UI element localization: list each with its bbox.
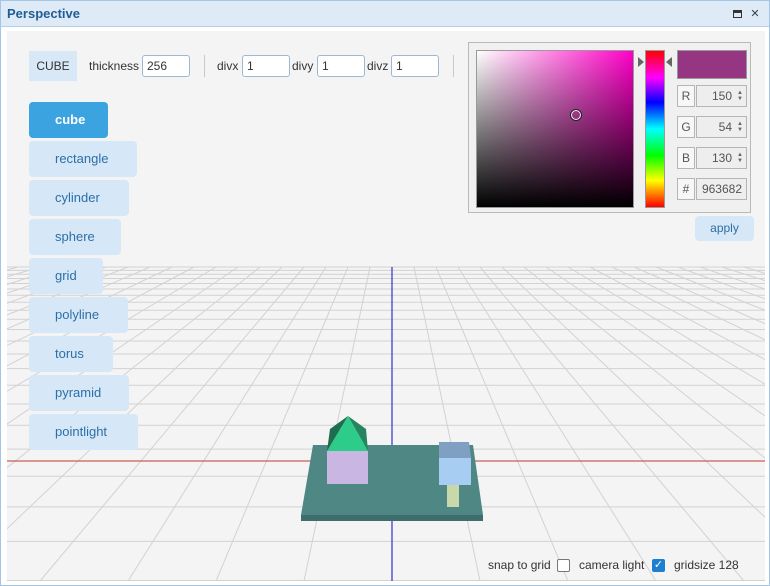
divz-label: divz: [367, 59, 389, 73]
divy-field[interactable]: [317, 55, 365, 77]
spinner-icon[interactable]: ▲ ▼: [737, 90, 743, 102]
thickness-label: thickness: [89, 59, 140, 73]
title-bar: Perspective ✕: [1, 1, 769, 27]
gridsize-label: gridsize 128: [674, 558, 739, 572]
selected-color-swatch: [677, 50, 747, 79]
red-input[interactable]: 150 ▲ ▼: [696, 85, 747, 107]
shape-button-torus[interactable]: torus: [29, 336, 113, 372]
shape-button-sphere[interactable]: sphere: [29, 219, 121, 255]
perspective-window: Perspective ✕ CUBE thickness divx divy d…: [0, 0, 770, 586]
divx-field[interactable]: [242, 55, 290, 77]
hex-label: #: [677, 178, 695, 200]
saturation-value-area[interactable]: [476, 50, 634, 208]
maximize-icon[interactable]: [731, 8, 743, 20]
camera-light-label: camera light: [579, 558, 645, 572]
shape-button-grid[interactable]: grid: [29, 258, 103, 294]
checkmark-icon: ✓: [653, 559, 664, 571]
hue-slider[interactable]: [645, 50, 665, 208]
blue-label: B: [677, 147, 695, 169]
grid-line: [523, 266, 765, 459]
grid-line: [699, 266, 765, 290]
toolbar-divider: [453, 55, 454, 77]
hue-marker-right-icon: [666, 57, 672, 67]
green-input[interactable]: 54 ▲ ▼: [696, 116, 747, 138]
shape-button-pyramid[interactable]: pyramid: [29, 375, 129, 411]
color-cursor[interactable]: [570, 109, 582, 121]
grid-line: [545, 266, 765, 417]
red-label: R: [677, 85, 695, 107]
shape-type-tag: CUBE: [29, 51, 77, 81]
camera-light-checkbox[interactable]: ✓: [652, 559, 665, 572]
base-slab-edge: [301, 515, 483, 521]
cube-blue-top: [439, 442, 471, 458]
grid-line: [633, 266, 765, 325]
close-icon[interactable]: ✕: [749, 8, 761, 20]
spinner-icon[interactable]: ▲ ▼: [737, 121, 743, 133]
shape-button-pointlight[interactable]: pointlight: [29, 414, 138, 450]
grid-line: [413, 266, 481, 581]
blue-input[interactable]: 130 ▲ ▼: [696, 147, 747, 169]
shape-button-rectangle[interactable]: rectangle: [29, 141, 137, 177]
color-picker: R 150 ▲ ▼ G 54 ▲ ▼ B 130 ▲ ▼ # 963682: [468, 42, 751, 213]
snap-to-grid-label: snap to grid: [488, 558, 551, 572]
apply-button[interactable]: apply: [695, 216, 754, 241]
grid-line: [215, 266, 349, 581]
spinner-icon[interactable]: ▲ ▼: [737, 152, 743, 164]
toolbar-divider: [204, 55, 205, 77]
3d-viewport[interactable]: CUBE thickness divx divy divz cube recta…: [7, 31, 765, 581]
window-title: Perspective: [7, 6, 80, 21]
divz-field[interactable]: [391, 55, 439, 77]
grid-line: [589, 266, 765, 361]
shape-button-polyline[interactable]: polyline: [29, 297, 128, 333]
grid-line: [743, 266, 765, 274]
snap-to-grid-checkbox[interactable]: [557, 559, 570, 572]
hex-input[interactable]: 963682: [696, 178, 747, 200]
grid-line: [457, 266, 657, 581]
thickness-field[interactable]: [142, 55, 190, 77]
cube-lavender-front: [327, 451, 368, 484]
shape-button-cube[interactable]: cube: [29, 102, 108, 138]
cube-blue-front: [439, 458, 471, 485]
shape-button-cylinder[interactable]: cylinder: [29, 180, 129, 216]
grid-line: [479, 266, 745, 581]
grid-line: [501, 266, 765, 518]
hue-marker-left-icon: [638, 57, 644, 67]
pillar-front: [447, 485, 459, 507]
divx-label: divx: [217, 59, 239, 73]
grid-line: [435, 266, 569, 581]
grid-line: [127, 266, 327, 581]
green-label: G: [677, 116, 695, 138]
divy-label: divy: [292, 59, 314, 73]
